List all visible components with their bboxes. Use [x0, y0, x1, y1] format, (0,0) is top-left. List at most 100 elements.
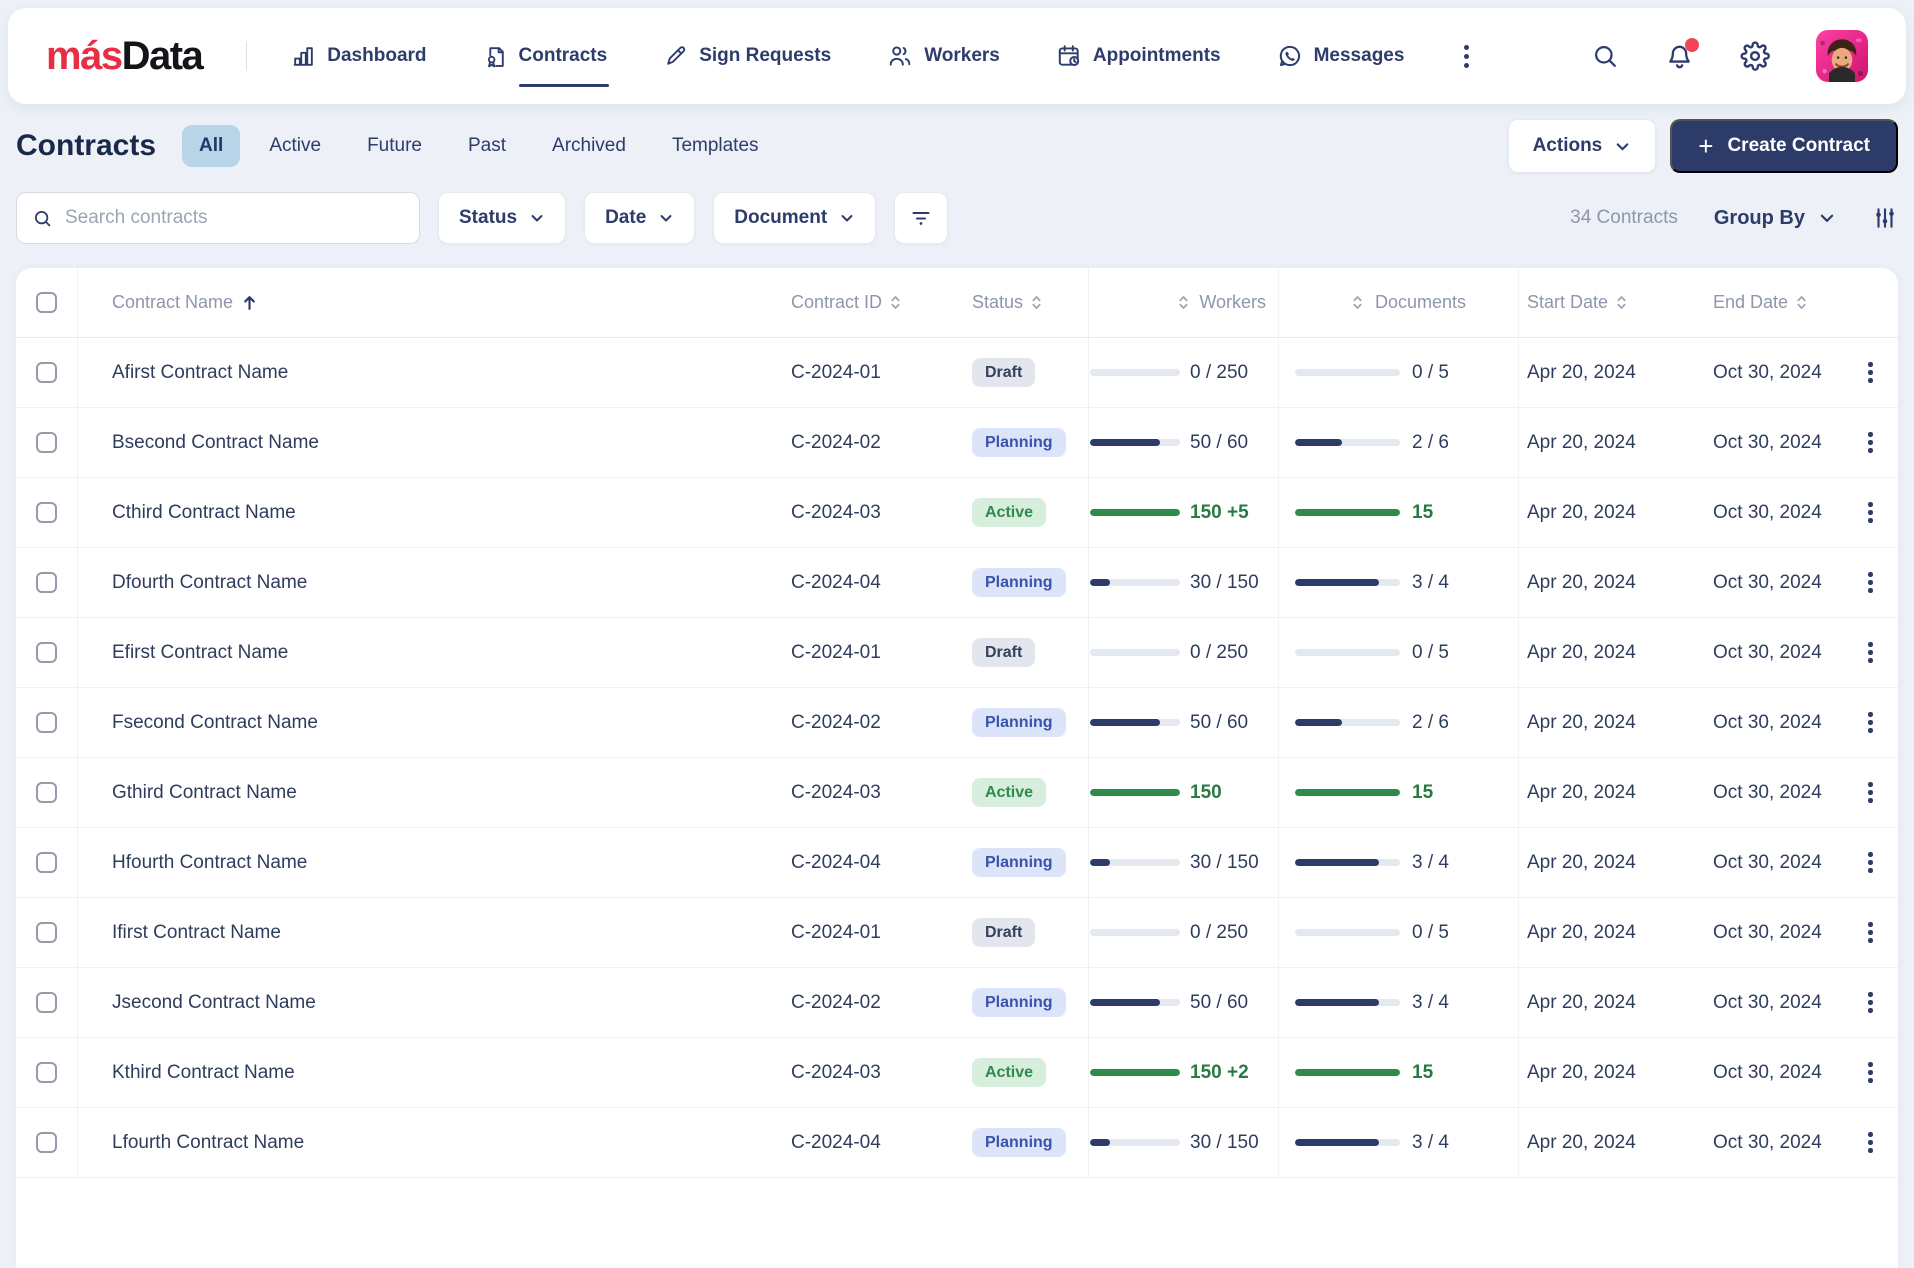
row-checkbox[interactable] [36, 502, 57, 523]
end-date: Oct 30, 2024 [1713, 361, 1822, 383]
workers-progress-bar [1090, 719, 1180, 726]
tab-archived[interactable]: Archived [535, 125, 643, 167]
row-menu-icon[interactable] [1860, 984, 1881, 1021]
row-menu-icon[interactable] [1860, 564, 1881, 601]
table-row[interactable]: Gthird Contract Name C-2024-03 Active 15… [16, 758, 1898, 828]
table-header-row: Contract Name Contract ID Status Workers… [16, 268, 1898, 338]
row-menu-icon[interactable] [1860, 494, 1881, 531]
row-menu-icon[interactable] [1860, 354, 1881, 391]
nav-item-contracts[interactable]: Contracts [483, 34, 609, 87]
row-menu-icon[interactable] [1860, 1054, 1881, 1091]
nav-item-messages[interactable]: Messages [1277, 33, 1404, 79]
start-date: Apr 20, 2024 [1527, 1131, 1636, 1153]
row-menu-icon[interactable] [1860, 424, 1881, 461]
workers-progress-bar [1090, 789, 1180, 796]
documents-value: 15 [1412, 781, 1434, 803]
row-menu-icon[interactable] [1860, 1124, 1881, 1161]
table-row[interactable]: Bsecond Contract Name C-2024-02 Planning… [16, 408, 1898, 478]
row-checkbox[interactable] [36, 362, 57, 383]
col-header-end-date[interactable]: End Date [1713, 268, 1843, 337]
nav-overflow-menu-icon[interactable] [1458, 39, 1475, 74]
documents-progress-bar [1295, 1139, 1400, 1146]
brand-logo[interactable]: másData [46, 33, 204, 79]
col-header-documents[interactable]: Documents [1278, 268, 1518, 337]
table-row[interactable]: Fsecond Contract Name C-2024-02 Planning… [16, 688, 1898, 758]
sort-icon [1797, 296, 1806, 309]
tab-templates[interactable]: Templates [655, 125, 776, 167]
contracts-count: 34 Contracts [1570, 207, 1678, 228]
workers-cell: 150 +5 [1088, 478, 1278, 547]
nav-item-sign-requests[interactable]: Sign Requests [663, 34, 831, 79]
document-filter-dropdown[interactable]: Document [713, 192, 877, 244]
start-date: Apr 20, 2024 [1527, 571, 1636, 593]
row-menu-icon[interactable] [1860, 774, 1881, 811]
workers-value: 150 +5 [1190, 501, 1249, 523]
search-contracts-input[interactable] [64, 207, 404, 229]
row-checkbox[interactable] [36, 992, 57, 1013]
tab-all[interactable]: All [182, 125, 241, 167]
column-settings-sliders-icon[interactable] [1872, 205, 1898, 231]
select-all-checkbox[interactable] [36, 292, 57, 313]
row-menu-icon[interactable] [1860, 704, 1881, 741]
col-header-contract-name[interactable]: Contract Name [78, 268, 758, 337]
documents-cell: 2 / 6 [1278, 408, 1518, 477]
date-filter-dropdown[interactable]: Date [584, 192, 696, 244]
workers-cell: 0 / 250 [1088, 618, 1278, 687]
workers-progress-bar [1090, 579, 1180, 586]
row-checkbox[interactable] [36, 1062, 57, 1083]
table-row[interactable]: Jsecond Contract Name C-2024-02 Planning… [16, 968, 1898, 1038]
row-checkbox[interactable] [36, 642, 57, 663]
workers-value: 30 / 150 [1190, 571, 1259, 593]
workers-icon [887, 43, 913, 69]
advanced-filter-button[interactable] [894, 192, 949, 244]
sort-icon [891, 296, 900, 309]
tab-future[interactable]: Future [350, 125, 439, 167]
search-contracts-box[interactable] [16, 192, 420, 244]
status-filter-dropdown[interactable]: Status [438, 192, 567, 244]
actions-button[interactable]: Actions [1507, 119, 1657, 173]
row-menu-icon[interactable] [1860, 634, 1881, 671]
start-date: Apr 20, 2024 [1527, 781, 1636, 803]
col-header-workers[interactable]: Workers [1088, 268, 1278, 337]
row-checkbox[interactable] [36, 1132, 57, 1153]
table-row[interactable]: Afirst Contract Name C-2024-01 Draft 0 /… [16, 338, 1898, 408]
row-checkbox[interactable] [36, 922, 57, 943]
start-date: Apr 20, 2024 [1527, 431, 1636, 453]
table-row[interactable]: Hfourth Contract Name C-2024-04 Planning… [16, 828, 1898, 898]
row-checkbox[interactable] [36, 572, 57, 593]
table-row[interactable]: Cthird Contract Name C-2024-03 Active 15… [16, 478, 1898, 548]
row-menu-icon[interactable] [1860, 914, 1881, 951]
table-row[interactable]: Dfourth Contract Name C-2024-04 Planning… [16, 548, 1898, 618]
tab-past[interactable]: Past [451, 125, 523, 167]
group-by-dropdown[interactable]: Group By [1714, 207, 1836, 230]
col-header-status[interactable]: Status [938, 268, 1088, 337]
row-checkbox[interactable] [36, 782, 57, 803]
col-header-contract-id[interactable]: Contract ID [758, 268, 938, 337]
table-row[interactable]: Lfourth Contract Name C-2024-04 Planning… [16, 1108, 1898, 1178]
row-checkbox[interactable] [36, 852, 57, 873]
row-checkbox[interactable] [36, 432, 57, 453]
workers-value: 30 / 150 [1190, 1131, 1259, 1153]
top-nav-bar: másData Dashboard Contracts Sign Request… [8, 8, 1906, 104]
documents-cell: 0 / 5 [1278, 898, 1518, 967]
tab-active[interactable]: Active [252, 125, 338, 167]
end-date: Oct 30, 2024 [1713, 991, 1822, 1013]
nav-item-appointments[interactable]: Appointments [1056, 33, 1221, 79]
col-header-start-date[interactable]: Start Date [1518, 268, 1713, 337]
settings-gear-icon[interactable] [1740, 41, 1770, 71]
nav-item-dashboard[interactable]: Dashboard [291, 34, 427, 79]
contract-name: Jsecond Contract Name [112, 991, 316, 1013]
create-contract-button[interactable]: + Create Contract [1670, 119, 1898, 173]
table-row[interactable]: Kthird Contract Name C-2024-03 Active 15… [16, 1038, 1898, 1108]
brand-logo-red: más [46, 33, 123, 78]
row-menu-icon[interactable] [1860, 844, 1881, 881]
table-row[interactable]: Ifirst Contract Name C-2024-01 Draft 0 /… [16, 898, 1898, 968]
user-avatar[interactable] [1816, 30, 1868, 82]
notifications-bell-icon[interactable] [1665, 37, 1699, 71]
nav-item-workers[interactable]: Workers [887, 33, 1000, 79]
end-date: Oct 30, 2024 [1713, 781, 1822, 803]
table-row[interactable]: Efirst Contract Name C-2024-01 Draft 0 /… [16, 618, 1898, 688]
row-checkbox[interactable] [36, 712, 57, 733]
search-icon[interactable] [1591, 42, 1619, 70]
workers-value: 0 / 250 [1190, 641, 1249, 663]
